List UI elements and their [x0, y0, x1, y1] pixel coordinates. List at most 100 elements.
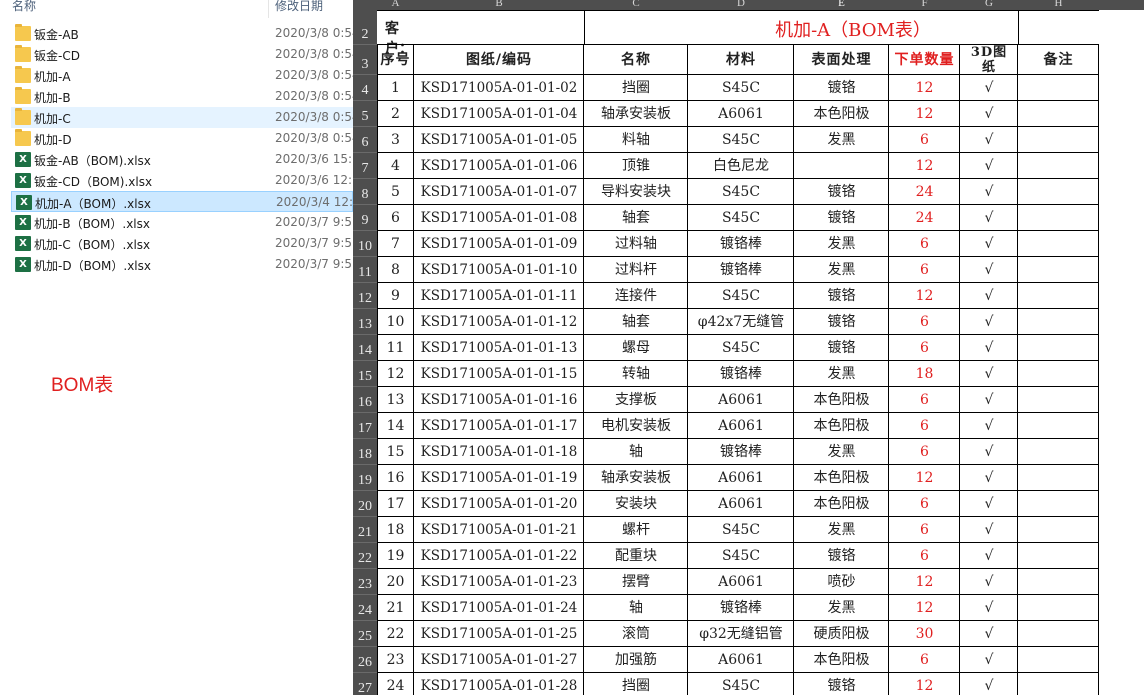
column-header-D[interactable]: D — [688, 0, 794, 9]
data-cell[interactable]: A6061 — [688, 387, 794, 413]
data-cell[interactable] — [1018, 647, 1099, 673]
row-header-24[interactable]: 24 — [353, 603, 377, 619]
data-cell[interactable]: 镀铬 — [794, 543, 889, 569]
data-cell[interactable]: √ — [960, 231, 1018, 257]
data-cell[interactable]: 电机安装板 — [584, 413, 688, 439]
data-cell[interactable]: √ — [960, 543, 1018, 569]
data-cell[interactable]: √ — [960, 465, 1018, 491]
data-cell[interactable]: 6 — [889, 231, 960, 257]
data-cell[interactable]: 6 — [889, 517, 960, 543]
data-cell[interactable]: 24 — [377, 673, 414, 695]
data-cell[interactable]: 螺杆 — [584, 517, 688, 543]
data-cell[interactable]: 镀铬棒 — [688, 595, 794, 621]
data-cell[interactable]: √ — [960, 101, 1018, 127]
header-cell[interactable]: 表面处理 — [794, 45, 889, 75]
data-cell[interactable]: 喷砂 — [794, 569, 889, 595]
data-cell[interactable]: 发黑 — [794, 595, 889, 621]
data-cell[interactable]: KSD171005A-01-01-25 — [414, 621, 584, 647]
data-cell[interactable]: 发黑 — [794, 127, 889, 153]
data-cell[interactable]: √ — [960, 517, 1018, 543]
data-cell[interactable]: 轴承安装板 — [584, 101, 688, 127]
row-header-16[interactable]: 16 — [353, 395, 377, 411]
data-cell[interactable]: 12 — [377, 361, 414, 387]
data-cell[interactable] — [1018, 413, 1099, 439]
header-cell[interactable]: 名称 — [584, 45, 688, 75]
data-cell[interactable]: 支撑板 — [584, 387, 688, 413]
data-cell[interactable]: KSD171005A-01-01-20 — [414, 491, 584, 517]
data-cell[interactable] — [1018, 309, 1099, 335]
data-cell[interactable]: √ — [960, 127, 1018, 153]
header-cell[interactable]: 材料 — [688, 45, 794, 75]
data-cell[interactable]: 本色阳极 — [794, 465, 889, 491]
data-cell[interactable]: A6061 — [688, 491, 794, 517]
data-cell[interactable]: √ — [960, 569, 1018, 595]
data-cell[interactable]: √ — [960, 257, 1018, 283]
row-header-23[interactable]: 23 — [353, 577, 377, 593]
data-cell[interactable]: 发黑 — [794, 231, 889, 257]
row-header-15[interactable]: 15 — [353, 369, 377, 385]
data-cell[interactable]: 螺母 — [584, 335, 688, 361]
row-header-25[interactable]: 25 — [353, 629, 377, 645]
data-cell[interactable]: φ32无缝铝管 — [688, 621, 794, 647]
file-row[interactable]: X 机加-C（BOM）.xlsx 2020/3/7 9:5 — [11, 233, 353, 254]
row-header-14[interactable]: 14 — [353, 343, 377, 359]
data-cell[interactable] — [1018, 153, 1099, 179]
column-header-A[interactable]: A — [377, 0, 414, 9]
data-cell[interactable]: KSD171005A-01-01-09 — [414, 231, 584, 257]
data-cell[interactable]: 镀铬 — [794, 75, 889, 101]
name-column-header[interactable]: 名称 — [12, 0, 36, 14]
data-cell[interactable] — [1018, 335, 1099, 361]
data-cell[interactable] — [1018, 75, 1099, 101]
data-cell[interactable]: 过料杆 — [584, 257, 688, 283]
data-cell[interactable]: KSD171005A-01-01-13 — [414, 335, 584, 361]
data-cell[interactable]: 白色尼龙 — [688, 153, 794, 179]
data-cell[interactable]: 本色阳极 — [794, 647, 889, 673]
column-header-B[interactable]: B — [414, 0, 584, 9]
data-cell[interactable]: 3 — [377, 127, 414, 153]
data-cell[interactable]: S45C — [688, 283, 794, 309]
data-cell[interactable]: S45C — [688, 205, 794, 231]
data-cell[interactable]: 镀铬 — [794, 335, 889, 361]
row-header-2[interactable]: 2 — [353, 27, 377, 43]
data-cell[interactable]: 轴承安装板 — [584, 465, 688, 491]
data-cell[interactable]: 6 — [889, 387, 960, 413]
data-cell[interactable]: 镀铬棒 — [688, 439, 794, 465]
data-cell[interactable]: 6 — [889, 309, 960, 335]
data-cell[interactable]: 21 — [377, 595, 414, 621]
data-cell[interactable]: 11 — [377, 335, 414, 361]
data-cell[interactable]: 20 — [377, 569, 414, 595]
data-cell[interactable]: KSD171005A-01-01-06 — [414, 153, 584, 179]
data-cell[interactable] — [1018, 127, 1099, 153]
data-cell[interactable]: 滚筒 — [584, 621, 688, 647]
data-cell[interactable]: 22 — [377, 621, 414, 647]
data-cell[interactable]: 6 — [889, 257, 960, 283]
data-cell[interactable]: 本色阳极 — [794, 413, 889, 439]
data-cell[interactable]: 加强筋 — [584, 647, 688, 673]
data-cell[interactable] — [1018, 517, 1099, 543]
file-row[interactable]: 钣金-AB 2020/3/8 0:54 — [11, 23, 353, 44]
data-cell[interactable]: S45C — [688, 179, 794, 205]
column-header-C[interactable]: C — [584, 0, 688, 9]
row-header-10[interactable]: 10 — [353, 239, 377, 255]
row-header-11[interactable]: 11 — [353, 265, 377, 281]
data-cell[interactable]: 挡圈 — [584, 75, 688, 101]
data-cell[interactable] — [1018, 231, 1099, 257]
file-row[interactable]: X 钣金-CD（BOM).xlsx 2020/3/6 12: — [11, 170, 353, 191]
row-header-26[interactable]: 26 — [353, 655, 377, 671]
data-cell[interactable]: KSD171005A-01-01-27 — [414, 647, 584, 673]
column-header-G[interactable]: G — [960, 0, 1018, 9]
row-header-3[interactable]: 3 — [353, 57, 377, 73]
data-cell[interactable]: √ — [960, 621, 1018, 647]
data-cell[interactable]: KSD171005A-01-01-18 — [414, 439, 584, 465]
row-header-22[interactable]: 22 — [353, 551, 377, 567]
data-cell[interactable]: KSD171005A-01-01-02 — [414, 75, 584, 101]
data-cell[interactable]: 连接件 — [584, 283, 688, 309]
data-cell[interactable]: 19 — [377, 543, 414, 569]
data-cell[interactable] — [1018, 361, 1099, 387]
data-cell[interactable] — [1018, 491, 1099, 517]
data-cell[interactable]: KSD171005A-01-01-17 — [414, 413, 584, 439]
data-cell[interactable] — [1018, 621, 1099, 647]
data-cell[interactable] — [1018, 387, 1099, 413]
data-cell[interactable]: 12 — [889, 569, 960, 595]
data-cell[interactable]: √ — [960, 491, 1018, 517]
